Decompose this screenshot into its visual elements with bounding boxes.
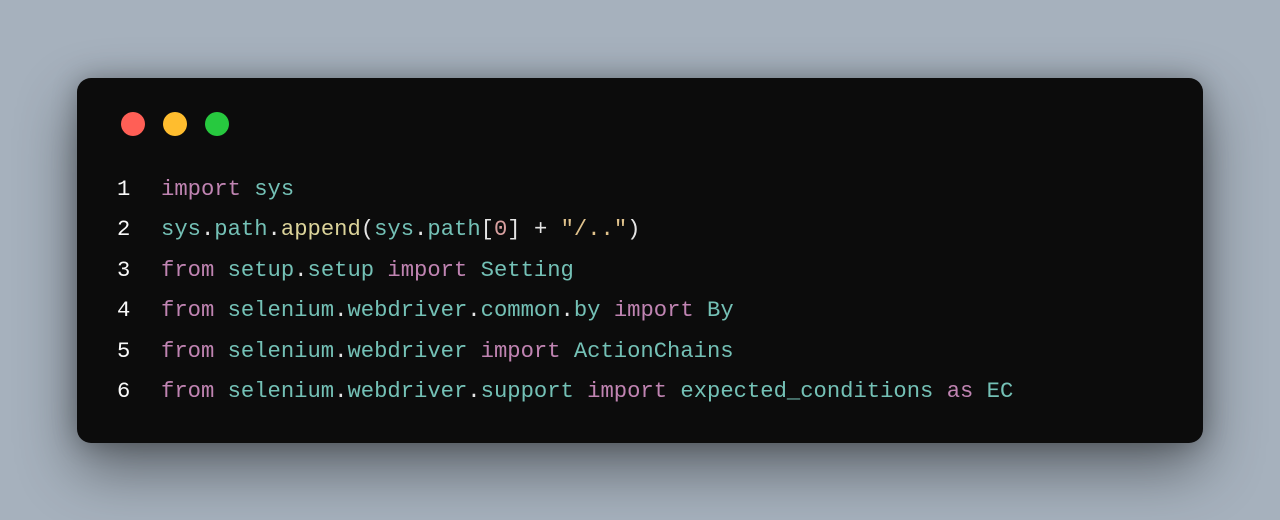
token-pun: . [294,258,307,283]
token-mod: common [481,298,561,323]
token-mod: By [707,298,734,323]
token-pun: . [467,298,480,323]
token-pun: . [201,217,214,242]
token-pun [694,298,707,323]
token-mod: ActionChains [574,339,734,364]
token-pun [667,379,680,404]
token-mod: webdriver [347,379,467,404]
token-mod: expected_conditions [680,379,933,404]
token-pun [214,298,227,323]
token-mod: selenium [228,339,335,364]
token-pun [214,258,227,283]
token-pun [214,339,227,364]
code-window: 1import sys2sys.path.append(sys.path[0] … [77,78,1203,443]
token-pun: [ [481,217,494,242]
code-line: 5from selenium.webdriver import ActionCh… [117,332,1163,373]
token-pun [600,298,613,323]
code-content: from selenium.webdriver.common.by import… [161,291,734,332]
code-line: 4from selenium.webdriver.common.by impor… [117,291,1163,332]
minimize-icon[interactable] [163,112,187,136]
token-kw: import [481,339,561,364]
token-kw: from [161,298,214,323]
token-mod: sys [374,217,414,242]
close-icon[interactable] [121,112,145,136]
token-mod: setup [228,258,295,283]
token-mod: path [427,217,480,242]
token-kw: import [614,298,694,323]
token-pun [973,379,986,404]
token-pun: ) [627,217,640,242]
token-pun: . [334,339,347,364]
token-mod: sys [254,177,294,202]
token-pun: ( [361,217,374,242]
token-mod: by [574,298,601,323]
code-content: from setup.setup import Setting [161,251,574,292]
line-number: 5 [117,332,161,373]
code-line: 1import sys [117,170,1163,211]
token-mod: webdriver [347,339,467,364]
code-content: from selenium.webdriver.support import e… [161,372,1013,413]
token-mod: EC [987,379,1014,404]
window-controls [121,112,1163,136]
line-number: 6 [117,372,161,413]
token-mod: support [481,379,574,404]
token-kw: from [161,379,214,404]
token-mod: webdriver [347,298,467,323]
token-kw: import [387,258,467,283]
token-pun: . [561,298,574,323]
code-line: 2sys.path.append(sys.path[0] + "/..") [117,210,1163,251]
token-pun: . [334,298,347,323]
token-pun [933,379,946,404]
token-pun [467,258,480,283]
code-line: 6from selenium.webdriver.support import … [117,372,1163,413]
token-pun: . [414,217,427,242]
token-pun [467,339,480,364]
code-content: from selenium.webdriver import ActionCha… [161,332,734,373]
token-kw: as [947,379,974,404]
token-pun [241,177,254,202]
token-mod: path [214,217,267,242]
token-mod: setup [308,258,375,283]
code-line: 3from setup.setup import Setting [117,251,1163,292]
token-pun: . [467,379,480,404]
token-kw: import [161,177,241,202]
token-pun [561,339,574,364]
token-kw: from [161,258,214,283]
zoom-icon[interactable] [205,112,229,136]
token-pun: . [268,217,281,242]
code-content: import sys [161,170,294,211]
token-pun [374,258,387,283]
token-fn: append [281,217,361,242]
line-number: 4 [117,291,161,332]
token-pun [574,379,587,404]
token-kw: import [587,379,667,404]
token-mod: selenium [228,298,335,323]
token-mod: selenium [228,379,335,404]
token-pun: + [521,217,561,242]
token-str: "/.." [561,217,628,242]
line-number: 3 [117,251,161,292]
token-num: 0 [494,217,507,242]
line-number: 2 [117,210,161,251]
line-number: 1 [117,170,161,211]
code-content: sys.path.append(sys.path[0] + "/..") [161,210,640,251]
token-pun: . [334,379,347,404]
code-block: 1import sys2sys.path.append(sys.path[0] … [117,170,1163,413]
token-pun [214,379,227,404]
token-kw: from [161,339,214,364]
token-mod: sys [161,217,201,242]
token-pun: ] [507,217,520,242]
token-mod: Setting [481,258,574,283]
